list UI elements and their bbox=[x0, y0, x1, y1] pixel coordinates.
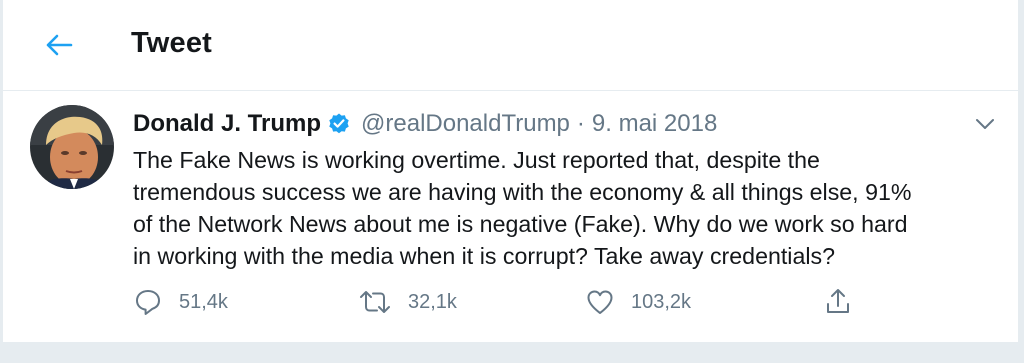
like-button[interactable]: 103,2k bbox=[585, 286, 691, 318]
tweet-card[interactable]: Donald J. Trump @realDonaldTrump · 9. ma… bbox=[3, 91, 1018, 342]
avatar-image bbox=[30, 105, 114, 189]
arrow-left-icon bbox=[46, 34, 73, 56]
author-handle[interactable]: @realDonaldTrump bbox=[361, 110, 570, 138]
tweet-text: The Fake News is working overtime. Just … bbox=[133, 144, 1003, 272]
verified-badge-icon bbox=[327, 112, 351, 136]
tweet-text-line: tremendous success we are having with th… bbox=[133, 179, 912, 205]
chevron-down-icon bbox=[976, 119, 994, 129]
tweet-text-line: in working with the media when it is cor… bbox=[133, 243, 835, 269]
retweet-icon bbox=[360, 291, 390, 313]
like-count: 103,2k bbox=[631, 290, 692, 313]
retweet-button[interactable]: 32,1k bbox=[358, 286, 457, 318]
tweet-meta: Donald J. Trump @realDonaldTrump · 9. ma… bbox=[133, 108, 717, 140]
tweet-page: Tweet Donald J. Trump @realDonaldTrump ·… bbox=[2, 0, 1019, 342]
avatar[interactable] bbox=[30, 105, 114, 189]
tweet-actions: 51,4k 32,1k 103,2k bbox=[133, 286, 873, 318]
retweet-count: 32,1k bbox=[408, 290, 457, 313]
more-options-button[interactable] bbox=[969, 109, 1001, 139]
author-name[interactable]: Donald J. Trump bbox=[133, 110, 321, 138]
back-button[interactable] bbox=[39, 28, 79, 62]
share-button[interactable] bbox=[823, 286, 853, 318]
tweet-text-line: of the Network News about me is negative… bbox=[133, 211, 908, 237]
page-title: Tweet bbox=[131, 27, 213, 59]
reply-count: 51,4k bbox=[179, 290, 228, 313]
page-header: Tweet bbox=[3, 0, 1018, 91]
tweet-date[interactable]: 9. mai 2018 bbox=[592, 110, 717, 138]
reply-icon bbox=[136, 290, 160, 315]
tweet-text-line: The Fake News is working overtime. Just … bbox=[133, 147, 820, 173]
heart-icon bbox=[587, 290, 613, 314]
reply-button[interactable]: 51,4k bbox=[133, 286, 228, 318]
share-icon bbox=[827, 289, 849, 313]
meta-separator: · bbox=[576, 110, 585, 137]
